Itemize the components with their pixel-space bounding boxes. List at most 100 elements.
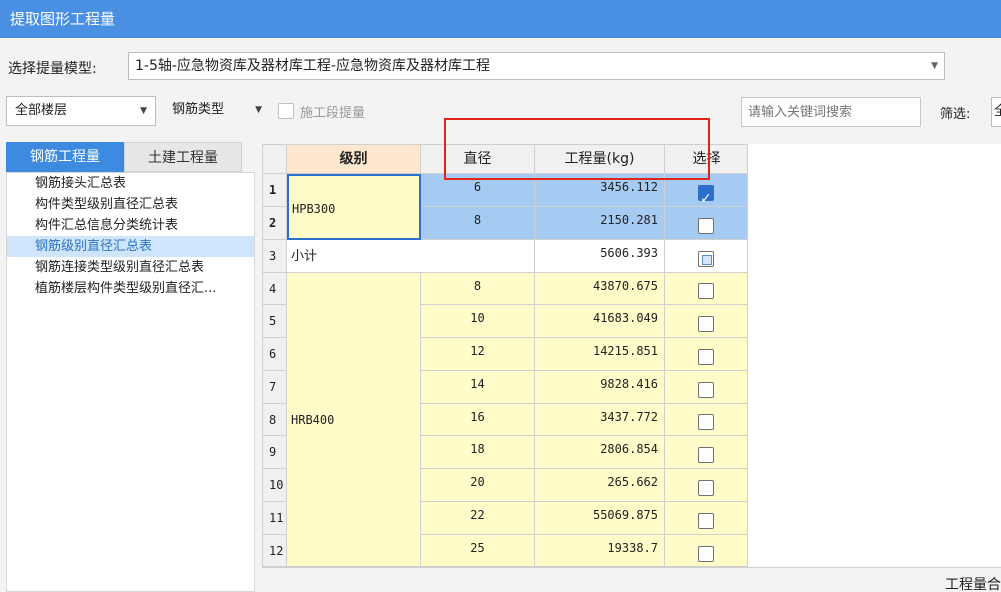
- select-cell: [665, 404, 747, 436]
- list-item-selected[interactable]: 钢筋级别直径汇总表: [7, 236, 254, 257]
- quantity-cell: 14215.851: [535, 338, 665, 371]
- grade-cell: HPB300: [287, 174, 421, 240]
- diameter-cell: 25: [421, 535, 535, 566]
- diameter-cell: 10: [421, 305, 535, 338]
- row-number: 7: [263, 371, 287, 404]
- quantity-cell: 3437.772: [535, 404, 665, 436]
- row-checkbox[interactable]: [698, 218, 714, 234]
- search-input[interactable]: [742, 98, 920, 126]
- row-number: 5: [263, 305, 287, 338]
- model-select-value: 1-5轴-应急物资库及器材库工程-应急物资库及器材库工程: [135, 58, 490, 74]
- row-checkbox[interactable]: [698, 349, 714, 365]
- row-checkbox[interactable]: [698, 513, 714, 529]
- diameter-cell: 8: [421, 207, 535, 240]
- window-title: 提取图形工程量: [0, 0, 1001, 38]
- tab-civil-quantity[interactable]: 土建工程量: [124, 142, 242, 172]
- column-header-grade[interactable]: 级别: [287, 145, 421, 174]
- diameter-cell: 16: [421, 404, 535, 436]
- row-number: 1: [263, 174, 287, 207]
- rebar-type-value: 钢筋类型: [172, 102, 225, 117]
- chevron-down-icon: ▼: [255, 105, 262, 115]
- quantity-cell: 41683.049: [535, 305, 665, 338]
- rebar-type-dropdown[interactable]: 钢筋类型 ▼: [164, 96, 270, 126]
- quantity-cell: 3456.112: [535, 174, 665, 207]
- footer-bar: 工程量合: [262, 567, 1001, 592]
- select-cell: [665, 338, 747, 371]
- model-select[interactable]: 1-5轴-应急物资库及器材库工程-应急物资库及器材库工程 ▼: [128, 52, 945, 80]
- diameter-cell: 8: [421, 273, 535, 305]
- row-number: 9: [263, 436, 287, 469]
- quantity-cell: 2806.854: [535, 436, 665, 469]
- diameter-cell: 12: [421, 338, 535, 371]
- quantity-cell: 19338.7: [535, 535, 665, 566]
- column-header-quantity[interactable]: 工程量(kg): [535, 145, 665, 174]
- select-cell: [665, 207, 747, 240]
- tab-rebar-quantity[interactable]: 钢筋工程量: [6, 142, 124, 172]
- row-checkbox[interactable]: [698, 447, 714, 463]
- select-cell: [665, 305, 747, 338]
- quantity-cell: 5606.393: [535, 240, 665, 273]
- diameter-cell: 20: [421, 469, 535, 502]
- select-cell: [665, 174, 747, 216]
- quantity-cell: 43870.675: [535, 273, 665, 305]
- select-cell: [665, 502, 747, 535]
- row-number: 8: [263, 404, 287, 436]
- segment-label: 施工段提量: [300, 106, 366, 121]
- list-item[interactable]: 钢筋接头汇总表: [7, 173, 254, 194]
- list-item[interactable]: 钢筋连接类型级别直径汇总表: [7, 257, 254, 278]
- diameter-cell: 18: [421, 436, 535, 469]
- filter-label: 筛选:: [940, 107, 971, 122]
- select-cell: [665, 273, 747, 305]
- row-checkbox[interactable]: [698, 251, 714, 267]
- list-item[interactable]: 构件类型级别直径汇总表: [7, 194, 254, 215]
- select-cell: [665, 240, 747, 273]
- diameter-cell: 22: [421, 502, 535, 535]
- filter-dropdown-value: 全: [994, 104, 1001, 119]
- empty-pane: [748, 144, 1001, 567]
- column-header-select[interactable]: 选择: [665, 145, 747, 174]
- row-number: 6: [263, 338, 287, 371]
- diameter-cell: 14: [421, 371, 535, 404]
- quantity-table: 级别 直径 工程量(kg) 选择 163456.112282150.2813小计…: [262, 144, 748, 567]
- segment-checkbox[interactable]: [278, 103, 294, 119]
- subtotal-label: 小计: [287, 240, 535, 273]
- list-item[interactable]: 植筋楼层构件类型级别直径汇...: [7, 278, 254, 299]
- select-cell: [665, 436, 747, 469]
- list-item[interactable]: 构件汇总信息分类统计表: [7, 215, 254, 236]
- row-checkbox[interactable]: [698, 316, 714, 332]
- quantity-cell: 55069.875: [535, 502, 665, 535]
- row-number: 3: [263, 240, 287, 273]
- row-checkbox[interactable]: [698, 382, 714, 398]
- report-list: 钢筋接头汇总表 构件类型级别直径汇总表 构件汇总信息分类统计表 钢筋级别直径汇总…: [6, 172, 255, 592]
- total-label: 工程量合: [945, 577, 1001, 592]
- filter-row: 全部楼层 ▼ 钢筋类型 ▼ 施工段提量 筛选: 全: [0, 96, 1001, 130]
- row-checkbox[interactable]: [698, 546, 714, 562]
- row-number: 12: [263, 535, 287, 566]
- row-checkbox[interactable]: [698, 283, 714, 299]
- row-number: 4: [263, 273, 287, 305]
- row-checkbox[interactable]: [698, 480, 714, 496]
- quantity-cell: 265.662: [535, 469, 665, 502]
- row-number: 10: [263, 469, 287, 502]
- row-checkbox[interactable]: [698, 414, 714, 430]
- corner-header: [263, 145, 287, 174]
- row-checkbox[interactable]: [698, 183, 714, 216]
- quantity-cell: 9828.416: [535, 371, 665, 404]
- grade-cell: HRB400: [287, 273, 421, 566]
- chevron-down-icon: ▼: [931, 61, 938, 71]
- column-header-diameter[interactable]: 直径: [421, 145, 535, 174]
- search-box[interactable]: [741, 97, 921, 127]
- row-number: 11: [263, 502, 287, 535]
- row-number: 2: [263, 207, 287, 240]
- model-row: 选择提量模型: 1-5轴-应急物资库及器材库工程-应急物资库及器材库工程 ▼: [0, 38, 1001, 96]
- diameter-cell: 6: [421, 174, 535, 207]
- chevron-down-icon: ▼: [140, 106, 147, 116]
- select-cell: [665, 535, 747, 566]
- select-cell: [665, 469, 747, 502]
- model-label: 选择提量模型:: [8, 61, 97, 77]
- select-cell: [665, 371, 747, 404]
- filter-dropdown[interactable]: 全: [991, 97, 1001, 127]
- floor-dropdown-value: 全部楼层: [15, 103, 68, 118]
- floor-dropdown[interactable]: 全部楼层 ▼: [6, 96, 156, 126]
- quantity-cell: 2150.281: [535, 207, 665, 240]
